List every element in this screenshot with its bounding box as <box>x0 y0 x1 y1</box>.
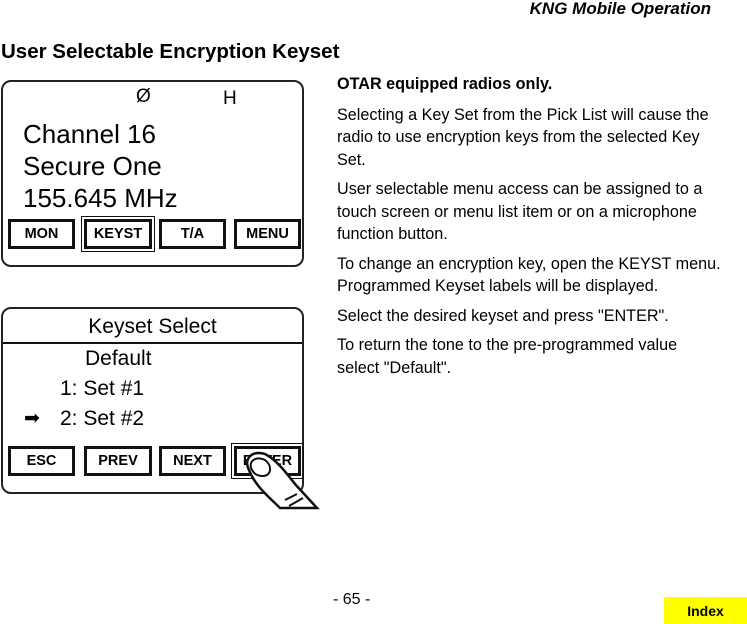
menu-softkey[interactable]: MENU <box>234 219 301 249</box>
keyset-item-set1[interactable]: 1: Set #1 <box>60 377 144 401</box>
esc-softkey[interactable]: ESC <box>8 446 75 476</box>
mon-softkey[interactable]: MON <box>8 219 75 249</box>
keyset-menu-title: Keyset Select <box>88 315 217 338</box>
encryption-icon: Ø <box>136 86 151 107</box>
ta-softkey[interactable]: T/A <box>159 219 226 249</box>
enter-softkey[interactable]: ENTER <box>231 443 304 479</box>
menu-divider <box>3 342 302 344</box>
paragraph: To return the tone to the pre-programmed… <box>337 336 678 377</box>
index-button[interactable]: Index <box>664 597 747 624</box>
radio-main-screen: Ø H Channel 16 Secure One 155.645 MHz MO… <box>1 80 304 267</box>
otar-note: OTAR equipped radios only. <box>337 75 553 93</box>
instructions: OTAR equipped radios only. Selecting a K… <box>337 73 722 386</box>
frequency: 155.645 MHz <box>23 183 178 213</box>
zone-name: Secure One <box>23 151 162 181</box>
next-softkey[interactable]: NEXT <box>159 446 226 476</box>
keyst-softkey[interactable]: KEYST <box>81 216 155 252</box>
softkey-bar: MON KEYST T/A MENU <box>6 216 301 252</box>
paragraph: Select the desired keyset and press "ENT… <box>337 306 669 325</box>
channel-name: Channel 16 <box>23 119 156 149</box>
high-power-icon: H <box>223 88 237 109</box>
paragraph: Selecting a Key Set from the Pick List w… <box>337 105 709 169</box>
prev-softkey[interactable]: PREV <box>84 446 152 476</box>
paragraph: User selectable menu access can be assig… <box>337 180 703 243</box>
keyset-item-default[interactable]: Default <box>85 347 152 371</box>
selection-arrow-icon: ➡ <box>24 408 40 429</box>
softkey-bar: ESC PREV NEXT ENTER <box>6 443 304 479</box>
running-header: KNG Mobile Operation <box>529 0 711 18</box>
page-title: User Selectable Encryption Keyset <box>1 40 340 63</box>
keyset-item-set2[interactable]: 2: Set #2 <box>60 407 144 431</box>
paragraph: To change an encryption key, open the KE… <box>337 254 721 296</box>
page-number: - 65 - <box>333 591 371 608</box>
radio-keyset-screen: Keyset Select Default 1: Set #1 ➡ 2: Set… <box>1 307 304 494</box>
